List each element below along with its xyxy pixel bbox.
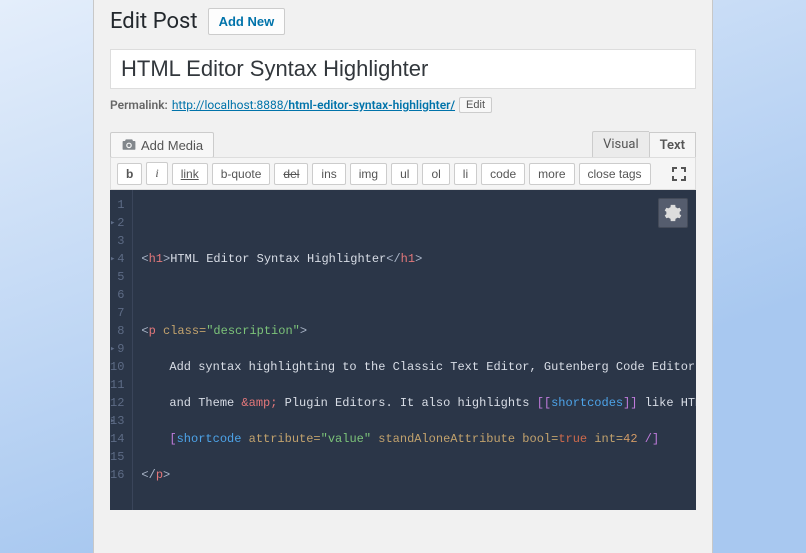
line-gutter: 1▸23▸4 5678 ▸9101112 ▸13141516 xyxy=(110,190,133,510)
editor-tabs: Visual Text xyxy=(592,131,696,158)
tab-text[interactable]: Text xyxy=(649,132,696,159)
permalink-link[interactable]: http://localhost:8888/html-editor-syntax… xyxy=(172,98,455,112)
page-title: Edit Post xyxy=(110,9,198,34)
btn-img[interactable]: img xyxy=(350,163,387,185)
btn-del[interactable]: del xyxy=(274,163,308,185)
btn-italic[interactable]: i xyxy=(146,162,167,185)
editor-top-row: Add Media Visual Text xyxy=(110,131,696,158)
tab-visual[interactable]: Visual xyxy=(592,131,649,158)
btn-more[interactable]: more xyxy=(529,163,574,185)
title-input-wrap xyxy=(110,49,696,89)
permalink-label: Permalink: xyxy=(110,98,168,112)
header: Edit Post Add New xyxy=(110,8,696,35)
btn-link[interactable]: link xyxy=(172,163,208,185)
btn-ins[interactable]: ins xyxy=(312,163,345,185)
add-media-button[interactable]: Add Media xyxy=(110,132,214,158)
add-new-button[interactable]: Add New xyxy=(208,8,286,35)
add-media-label: Add Media xyxy=(141,138,203,153)
btn-bquote[interactable]: b-quote xyxy=(212,163,271,185)
camera-icon xyxy=(121,137,137,153)
editor-panel: Edit Post Add New Permalink: http://loca… xyxy=(93,0,713,553)
code-editor[interactable]: 1▸23▸4 5678 ▸9101112 ▸13141516 <h1>HTML … xyxy=(110,190,696,510)
text-toolbar: b i link b-quote del ins img ul ol li co… xyxy=(110,157,696,190)
code-lines[interactable]: <h1>HTML Editor Syntax Highlighter</h1> … xyxy=(133,190,696,510)
fullscreen-icon xyxy=(671,166,687,182)
btn-li[interactable]: li xyxy=(454,163,477,185)
fullscreen-button[interactable] xyxy=(669,164,689,184)
btn-code[interactable]: code xyxy=(481,163,525,185)
btn-bold[interactable]: b xyxy=(117,163,142,185)
edit-slug-button[interactable]: Edit xyxy=(459,97,492,113)
permalink-base: http://localhost:8888/ xyxy=(172,98,289,112)
editor-settings-button[interactable] xyxy=(658,198,688,228)
post-title-input[interactable] xyxy=(121,56,685,82)
permalink-slug: html-editor-syntax-highlighter/ xyxy=(288,98,455,112)
btn-ul[interactable]: ul xyxy=(391,163,418,185)
btn-ol[interactable]: ol xyxy=(422,163,449,185)
permalink-row: Permalink: http://localhost:8888/html-ed… xyxy=(110,97,696,113)
gear-icon xyxy=(664,204,682,222)
btn-closetags[interactable]: close tags xyxy=(579,163,651,185)
